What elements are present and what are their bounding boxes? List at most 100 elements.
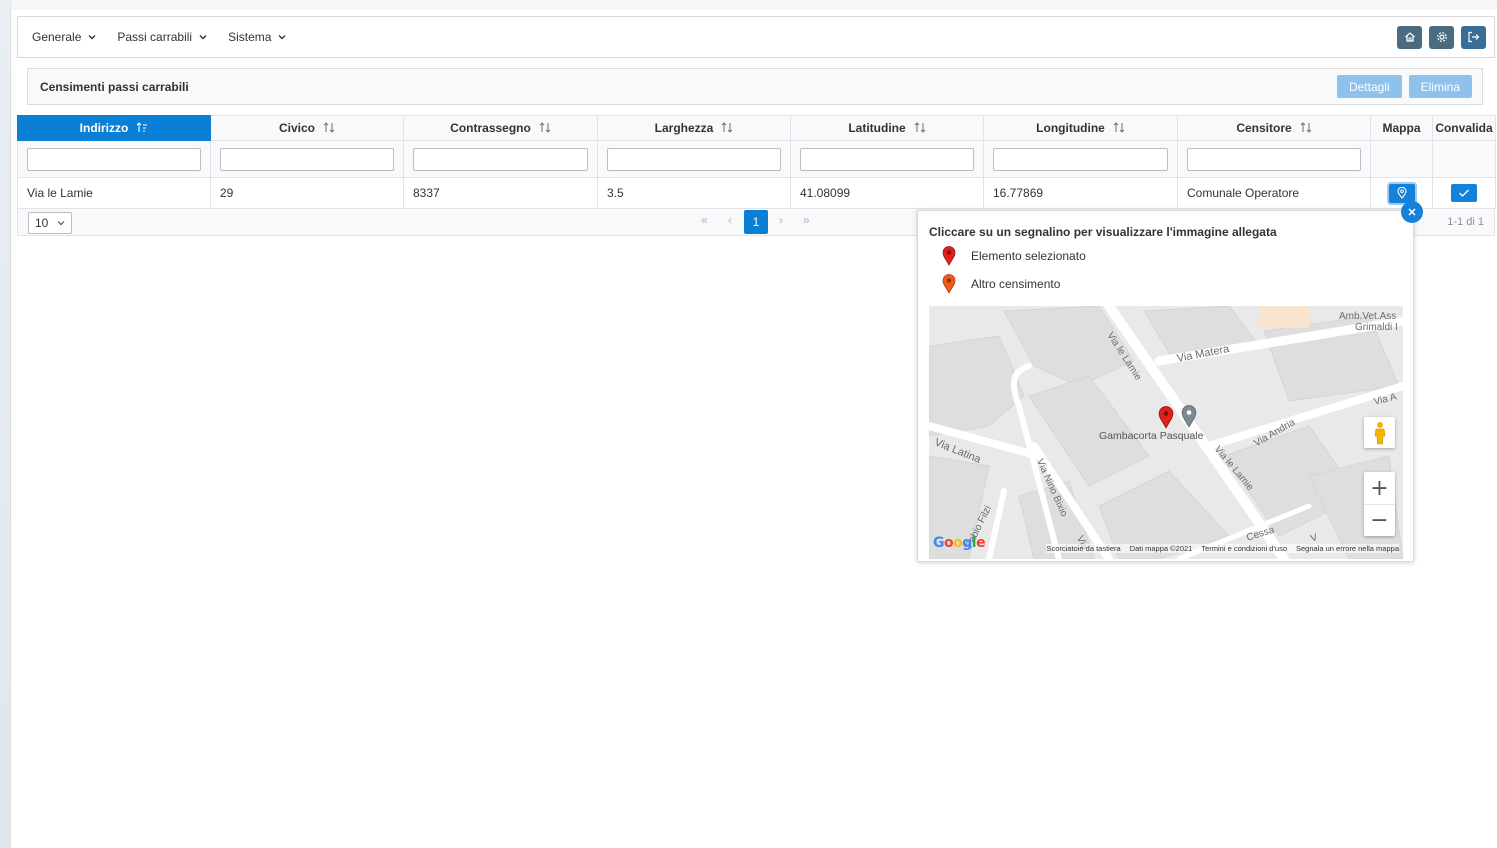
gear-icon — [1436, 32, 1447, 42]
filter-civico-input[interactable] — [220, 147, 394, 171]
rows-per-page-value: 10 — [35, 216, 49, 230]
rows-per-page-dropdown[interactable]: 10 — [28, 212, 72, 234]
column-header-label: Contrassegno — [450, 121, 531, 135]
next-page-button[interactable]: › — [779, 213, 783, 227]
column-header-mappa: Mappa — [1370, 115, 1433, 141]
home-button[interactable] — [1397, 25, 1422, 49]
sort-icon — [323, 122, 335, 133]
map-data-label: Dati mappa ©2021 — [1129, 544, 1193, 553]
cell-convalida — [1432, 177, 1496, 209]
logout-icon — [1468, 31, 1480, 43]
filter-longitudine-input[interactable] — [993, 147, 1168, 171]
filter-contrassegno-input[interactable] — [413, 147, 588, 171]
census-table: Indirizzo Civico Contrassegno Larghezza … — [17, 115, 1496, 209]
close-overlay-button[interactable] — [1401, 201, 1423, 223]
sort-icon — [721, 122, 733, 133]
check-icon — [1459, 189, 1469, 197]
legend-selected: Elemento selezionato — [942, 246, 1086, 266]
page-info: 1-1 di 1 — [1447, 216, 1484, 228]
terms-link[interactable]: Termini e condizioni d'uso — [1201, 544, 1287, 553]
chevron-down-icon — [199, 35, 207, 40]
last-page-button[interactable]: » — [803, 213, 810, 227]
logout-button[interactable] — [1461, 25, 1486, 49]
cell-mappa — [1370, 177, 1433, 209]
filter-censitore-input[interactable] — [1187, 147, 1361, 171]
column-header-indirizzo[interactable]: Indirizzo — [17, 115, 211, 141]
zoom-out-button[interactable]: − — [1364, 504, 1395, 536]
pegman-icon — [1374, 421, 1385, 444]
home-icon — [1404, 32, 1415, 42]
menu-generale[interactable]: Generale — [18, 17, 107, 57]
column-header-label: Censitore — [1236, 121, 1292, 135]
menu-passi-carrabili[interactable]: Passi carrabili — [107, 17, 218, 57]
page-1-button[interactable]: 1 — [744, 210, 768, 234]
poi-label: Grimaldi I — [1355, 322, 1398, 333]
validate-button[interactable] — [1451, 184, 1477, 202]
table-row[interactable]: Via le Lamie 29 8337 3.5 41.08099 16.778… — [17, 177, 1496, 209]
legend-selected-label: Elemento selezionato — [971, 249, 1086, 263]
column-header-label: Indirizzo — [79, 121, 129, 135]
column-header-civico[interactable]: Civico — [210, 115, 404, 141]
zoom-in-button[interactable]: + — [1364, 472, 1395, 504]
menu-sistema[interactable]: Sistema — [218, 17, 297, 57]
chevron-down-icon — [88, 35, 96, 40]
column-header-label: Civico — [278, 121, 315, 135]
poi-label: Gambacorta Pasquale — [1099, 430, 1204, 442]
column-header-censitore[interactable]: Censitore — [1177, 115, 1371, 141]
chevron-down-icon — [278, 35, 286, 40]
app-page: Generale Passi carrabili Sistema Censime… — [10, 10, 1497, 848]
cell-longitudine: 16.77869 — [983, 177, 1178, 209]
map-pin-gray-icon — [1181, 405, 1197, 428]
panel-header: Censimenti passi carrabili Dettagli Elim… — [27, 68, 1483, 105]
column-header-latitudine[interactable]: Latitudine — [790, 115, 984, 141]
delete-button[interactable]: Elimina — [1408, 75, 1472, 98]
settings-button[interactable] — [1429, 25, 1454, 49]
first-page-button[interactable]: « — [701, 213, 708, 227]
sort-icon — [914, 122, 926, 133]
filter-empty-cell — [1370, 140, 1433, 178]
column-header-longitudine[interactable]: Longitudine — [983, 115, 1178, 141]
map-pin-orange-icon — [942, 274, 956, 294]
prev-page-button[interactable]: ‹ — [728, 213, 732, 227]
column-header-label: Latitudine — [848, 121, 906, 135]
filter-larghezza-input[interactable] — [607, 147, 781, 171]
street-view-button[interactable] — [1364, 417, 1395, 448]
cell-censitore: Comunale Operatore — [1177, 177, 1371, 209]
menu-sistema-label: Sistema — [228, 30, 272, 44]
report-error-link[interactable]: Segnala un errore nella mappa — [1296, 544, 1399, 553]
filter-indirizzo-input[interactable] — [27, 147, 201, 171]
cell-contrassegno: 8337 — [403, 177, 598, 209]
sort-icon — [1300, 122, 1312, 133]
map-pin-red-icon[interactable] — [1158, 406, 1174, 429]
keyboard-shortcuts-link[interactable]: Scorciatoie da tastiera — [1046, 544, 1120, 553]
column-header-larghezza[interactable]: Larghezza — [597, 115, 791, 141]
poi-label: Amb.Vet.Ass — [1339, 311, 1397, 322]
map-pin-red-icon — [942, 246, 956, 266]
cell-civico: 29 — [210, 177, 404, 209]
cell-latitudine: 41.08099 — [790, 177, 984, 209]
column-header-contrassegno[interactable]: Contrassegno — [403, 115, 598, 141]
sort-icon — [1113, 122, 1125, 133]
filter-empty-cell — [1432, 140, 1496, 178]
chevron-down-icon — [57, 221, 65, 226]
map-view[interactable]: Via le Lamie Via Matera Amb.Vet.Ass Grim… — [929, 306, 1403, 559]
page-title: Censimenti passi carrabili — [40, 79, 189, 94]
top-menubar: Generale Passi carrabili Sistema — [17, 16, 1495, 58]
sort-ascending-icon — [136, 122, 148, 132]
legend-other-label: Altro censimento — [971, 277, 1061, 291]
map-overlay-panel: Cliccare su un segnalino per visualizzar… — [917, 201, 1423, 562]
zoom-controls: + − — [1364, 472, 1395, 536]
map-marker-icon — [1396, 187, 1407, 199]
close-icon — [1408, 208, 1416, 216]
column-header-label: Longitudine — [1036, 121, 1105, 135]
menu-generale-label: Generale — [32, 30, 82, 44]
cell-indirizzo: Via le Lamie — [17, 177, 211, 209]
legend-other: Altro censimento — [942, 274, 1060, 294]
column-header-convalida: Convalida — [1432, 115, 1496, 141]
filter-latitudine-input[interactable] — [800, 147, 974, 171]
show-map-button[interactable] — [1388, 183, 1415, 203]
map-hint: Cliccare su un segnalino per visualizzar… — [929, 225, 1277, 239]
map-attribution: Scorciatoie da tastiera Dati mappa ©2021… — [1046, 544, 1399, 553]
google-logo: Google — [933, 535, 986, 551]
details-button[interactable]: Dettagli — [1336, 75, 1402, 98]
